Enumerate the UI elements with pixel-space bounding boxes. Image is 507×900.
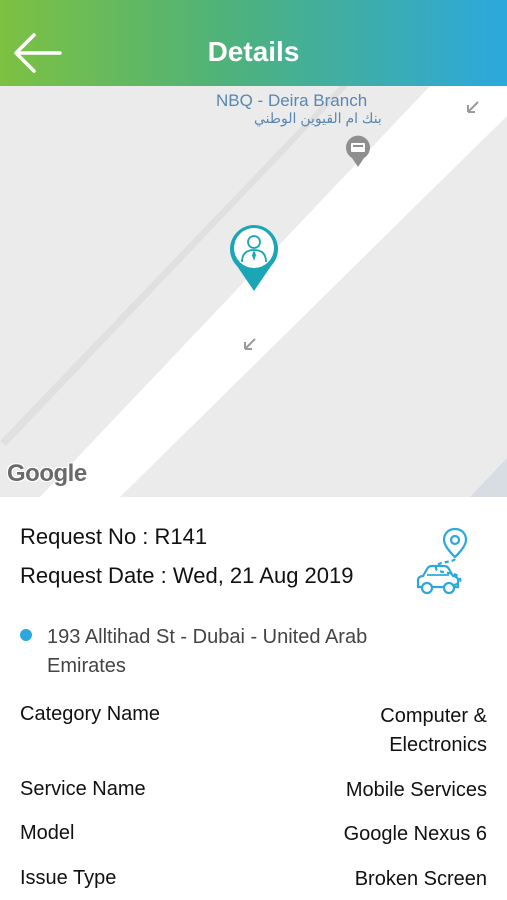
address-text: 193 Alltihad St - Dubai - United Arab Em…: [47, 626, 368, 677]
address-bullet-icon: [20, 629, 32, 641]
category-value: Computer & Electronics: [380, 705, 487, 756]
request-date: Request Date : Wed, 21 Aug 2019: [20, 563, 354, 588]
service-value: Mobile Services: [345, 779, 487, 801]
person-pin-icon[interactable]: [229, 224, 279, 292]
category-label: Category Name: [20, 703, 161, 725]
issue-type-label: Issue Type: [20, 867, 117, 889]
issue-type-value: Broken Screen: [354, 868, 487, 890]
route-car-icon: [414, 527, 480, 597]
model-label: Model: [20, 822, 75, 844]
service-label: Service Name: [20, 778, 146, 800]
map-place-label-arabic: بنك ام القيوين الوطني: [254, 110, 382, 126]
app-header: Details: [0, 0, 507, 86]
atm-icon[interactable]: [344, 134, 372, 168]
request-number: Request No : R141: [20, 524, 208, 549]
request-details: Request No : R141 Request Date : Wed, 21…: [0, 497, 507, 900]
page-title: Details: [207, 36, 300, 67]
google-attribution: Google: [7, 460, 87, 487]
map-place-label[interactable]: NBQ - Deira Branch: [216, 91, 367, 111]
model-value: Google Nexus 6: [343, 823, 487, 845]
map-view[interactable]: NBQ - Deira Branch بنك ام القيوين الوطني…: [0, 86, 507, 497]
